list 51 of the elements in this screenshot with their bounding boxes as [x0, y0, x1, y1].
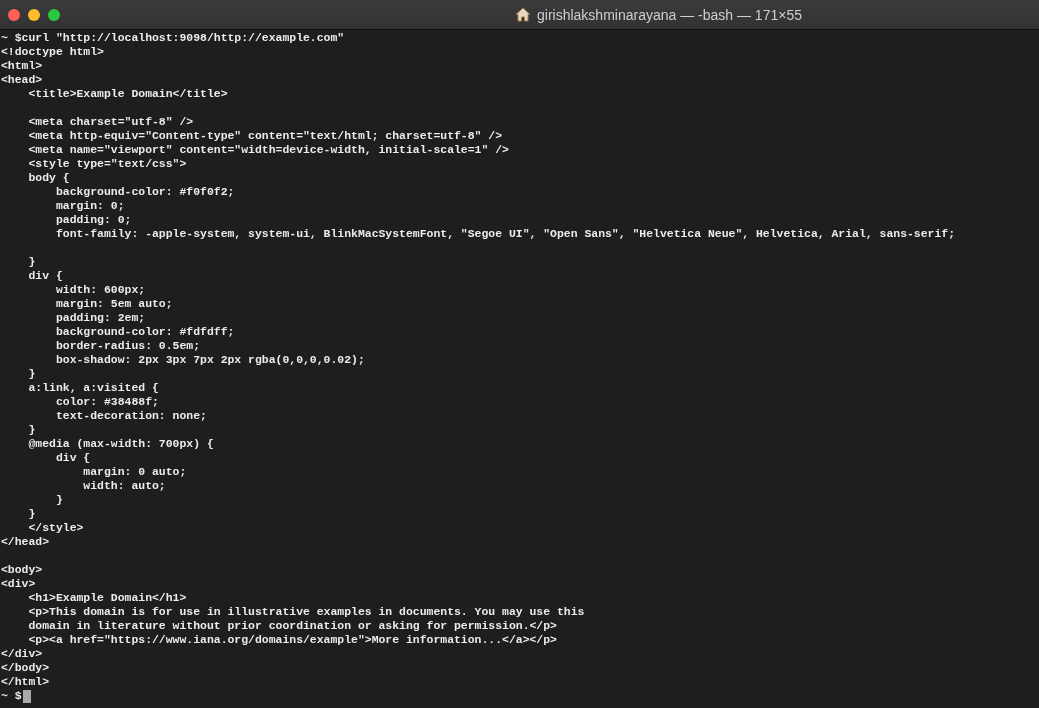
terminal-line: margin: 0 auto; — [82, 465, 187, 479]
terminal-line: margin: 5em auto; — [54, 297, 173, 311]
terminal-line: box-shadow: 2px 3px 7px 2px rgba(0,0,0,0.02); — [54, 353, 365, 367]
terminal-line: padding: 2em; — [54, 311, 146, 325]
terminal-line: <meta name="viewport" content="width=device-width, initial-scale=1" /> — [27, 143, 509, 157]
terminal-line: } — [27, 507, 36, 521]
terminal-line: <h1>Example Domain</h1> — [27, 591, 187, 605]
terminal-line: padding: 0; — [54, 213, 132, 227]
terminal-line: <p>This domain is for use in illustrative examples in documents. You may use this — [27, 605, 585, 619]
terminal-line: background-color: #fdfdff; — [54, 325, 235, 339]
minimize-button[interactable] — [28, 8, 40, 21]
terminal-line: width: 600px; — [54, 283, 146, 297]
terminal-line: <meta charset="utf-8" /> — [27, 115, 194, 129]
terminal-line: font-family: -apple-system, system-ui, BlinkMacSystemFont, "Segoe UI", "Open Sans", "Helvetica Neue", Helvetica, Arial, sans-serif; — [54, 227, 956, 241]
terminal-line: domain in literature without prior coordination or asking for permission.</p> — [27, 619, 557, 633]
terminal-line: <p><a href="https://www.iana.org/domains/example">More information...</a></p> — [27, 633, 557, 647]
terminal-line: } — [54, 493, 63, 507]
terminal-line: <head> — [1, 73, 43, 87]
terminal-line: </html> — [1, 675, 50, 689]
terminal-line: </div> — [1, 647, 43, 661]
terminal-line: ~ $curl "http://localhost:9098/http://example.com" — [1, 31, 345, 45]
terminal-line: <title>Example Domain</title> — [27, 87, 228, 101]
window-title: girishlakshminarayana — -bash — 171×55 — [537, 6, 802, 23]
terminal-line: <!doctype html> — [1, 45, 104, 59]
terminal-line: div { — [54, 451, 91, 465]
terminal-line: ~ $ — [1, 689, 22, 703]
terminal-line: width: auto; — [82, 479, 166, 493]
terminal-line: <style type="text/css"> — [27, 157, 187, 171]
cursor — [22, 689, 31, 703]
terminal-line: } — [27, 367, 36, 381]
close-button[interactable] — [8, 8, 20, 21]
terminal-line: text-decoration: none; — [54, 409, 207, 423]
terminal-line: background-color: #f0f0f2; — [54, 185, 235, 199]
house-icon — [515, 7, 531, 22]
terminal-line: } — [27, 255, 36, 269]
terminal-line: </style> — [27, 521, 84, 535]
terminal-line: @media (max-width: 700px) { — [27, 437, 214, 451]
terminal-line: <div> — [1, 577, 36, 591]
terminal-line: </head> — [1, 535, 50, 549]
terminal-line: border-radius: 0.5em; — [54, 339, 201, 353]
terminal-line: body { — [27, 171, 70, 185]
terminal-line: div { — [27, 269, 63, 283]
terminal-line: <meta http-equiv="Content-type" content="text/html; charset=utf-8" /> — [27, 129, 503, 143]
terminal-line: margin: 0; — [54, 199, 125, 213]
terminal-line: <body> — [1, 563, 43, 577]
zoom-button[interactable] — [48, 8, 60, 21]
terminal-line: a:link, a:visited { — [27, 381, 159, 395]
terminal-line: <html> — [1, 59, 43, 73]
terminal-line: } — [27, 423, 36, 437]
terminal-line: </body> — [1, 661, 50, 675]
terminal-line: color: #38488f; — [54, 395, 159, 409]
